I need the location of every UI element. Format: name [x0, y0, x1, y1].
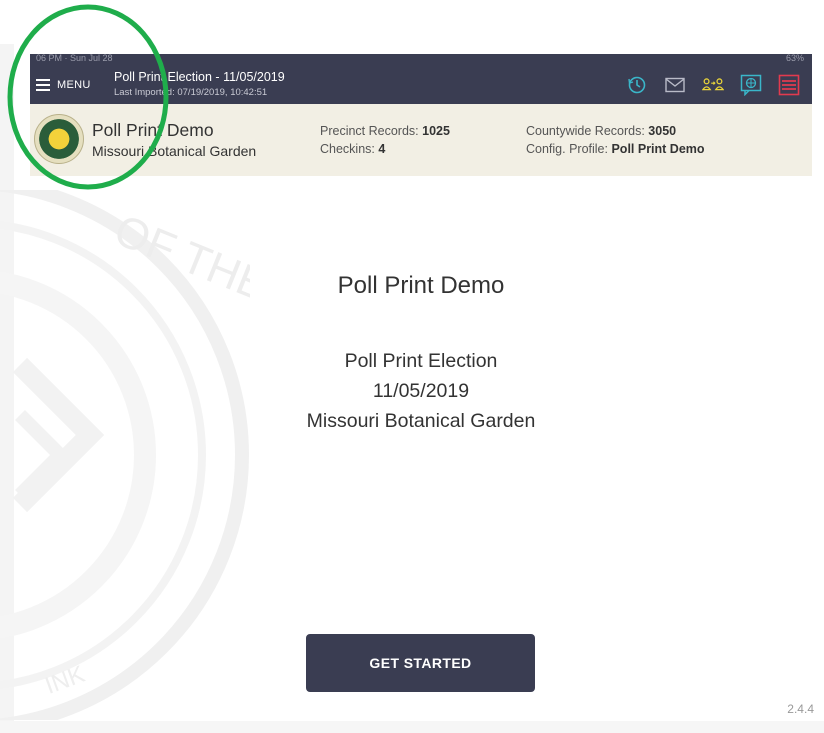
app-version: 2.4.4	[787, 702, 814, 716]
get-started-button[interactable]: GET STARTED	[306, 634, 535, 692]
countywide-records: Countywide Records: 3050	[526, 124, 676, 138]
history-icon[interactable]	[626, 74, 648, 96]
status-battery: 63%	[785, 53, 804, 63]
menu-button[interactable]: MENU	[36, 75, 91, 95]
mail-icon[interactable]	[664, 74, 686, 96]
printer-icon[interactable]	[778, 74, 800, 96]
election-date: 11/05/2019	[372, 380, 470, 402]
state-seal-logo	[34, 114, 84, 164]
election-name: Poll Print Election	[344, 350, 498, 372]
top-nav-bar: MENU Poll Print Election - 11/05/2019 La…	[30, 64, 812, 104]
precinct-info-bar: Poll Print Demo Missouri Botanical Garde…	[30, 104, 812, 176]
last-imported: Last Imported: 07/19/2019, 10:42:51	[114, 87, 268, 98]
location-name: Missouri Botanical Garden	[92, 143, 257, 159]
toolbar-icons	[626, 73, 800, 97]
precinct-records-label: Precinct Records:	[320, 124, 419, 138]
location-label: Missouri Botanical Garden	[306, 410, 536, 432]
device-edge-bottom	[0, 721, 824, 733]
precinct-records-value: 1025	[422, 124, 450, 138]
checkins: Checkins: 4	[320, 142, 385, 156]
chat-globe-icon[interactable]	[740, 74, 762, 96]
users-swap-icon[interactable]	[702, 74, 724, 96]
menu-label: MENU	[57, 79, 91, 91]
config-profile-label: Config. Profile:	[526, 142, 608, 156]
status-time: 06 PM · Sun Jul 28	[36, 53, 113, 63]
countywide-records-value: 3050	[648, 124, 677, 138]
config-profile: Config. Profile: Poll Print Demo	[526, 142, 705, 156]
checkins-value: 4	[378, 142, 386, 156]
hamburger-icon	[36, 79, 50, 91]
demo-name: Poll Print Demo	[92, 120, 214, 140]
config-profile-value: Poll Print Demo	[611, 142, 705, 156]
status-bar: 06 PM · Sun Jul 28 63%	[30, 53, 812, 64]
page-title: Poll Print Demo	[337, 272, 505, 299]
checkins-label: Checkins:	[320, 142, 375, 156]
election-title: Poll Print Election - 11/05/2019	[114, 70, 285, 84]
precinct-records: Precinct Records: 1025	[320, 124, 450, 138]
countywide-records-label: Countywide Records:	[526, 124, 645, 138]
